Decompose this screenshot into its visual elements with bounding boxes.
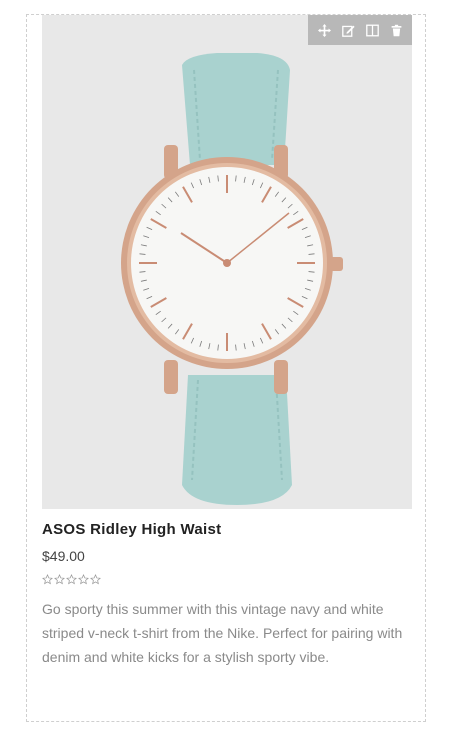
star-rating	[42, 574, 101, 585]
delete-button[interactable]	[387, 21, 405, 39]
trash-icon	[391, 24, 401, 36]
product-title[interactable]: ASOS Ridley High Waist	[42, 521, 221, 538]
star-icon	[66, 574, 77, 585]
product-description: Go sporty this summer with this vintage …	[42, 601, 403, 665]
columns-button[interactable]	[363, 21, 381, 39]
product-card: ASOS Ridley High Waist $49.00 Go sporty …	[26, 14, 426, 722]
edit-button[interactable]	[339, 21, 357, 39]
star-icon	[78, 574, 89, 585]
product-image[interactable]	[42, 15, 412, 509]
star-icon	[42, 574, 53, 585]
columns-icon	[365, 24, 379, 36]
edit-icon	[341, 25, 355, 37]
star-icon	[54, 574, 65, 585]
move-icon	[317, 23, 331, 37]
product-price: $49.00	[42, 548, 85, 564]
watch-illustration	[42, 15, 412, 509]
star-icon	[90, 574, 101, 585]
move-button[interactable]	[315, 21, 333, 39]
widget-toolbar	[308, 15, 412, 45]
